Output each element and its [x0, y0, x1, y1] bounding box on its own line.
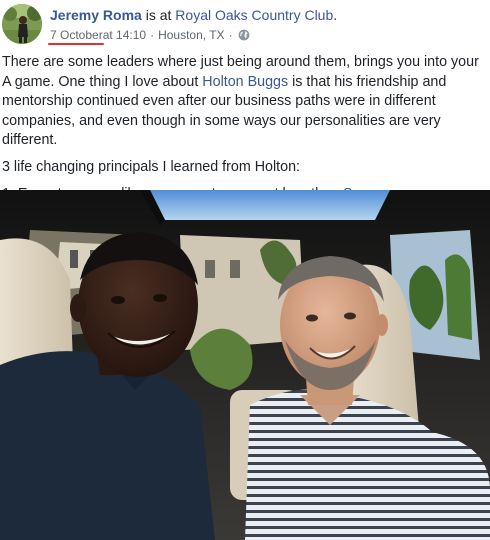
post-header: Jeremy Roma is at Royal Oaks Country Clu…: [0, 0, 490, 50]
timestamp-link[interactable]: 7 October: [48, 28, 104, 45]
separator-dot: ·: [150, 28, 155, 42]
avatar-image: [2, 4, 42, 44]
author-line: Jeremy Roma is at Royal Oaks Country Clu…: [50, 7, 337, 23]
post-photo[interactable]: [0, 190, 490, 540]
mention-link-holton-buggs[interactable]: Holton Buggs: [202, 74, 288, 90]
date-text: 7 October: [50, 28, 103, 42]
globe-icon[interactable]: [238, 29, 250, 41]
post-paragraph-2: 3 life changing principals I learned fro…: [2, 158, 301, 175]
place-link[interactable]: Royal Oaks Country Club: [175, 7, 333, 23]
post-text: There are some leaders where just being …: [2, 53, 488, 211]
author-avatar[interactable]: [2, 4, 42, 44]
selfie-photo-image: [0, 190, 490, 540]
author-name-link[interactable]: Jeremy Roma: [50, 7, 142, 23]
post-meta: 7 October at 14:10 · Houston, TX ·: [48, 28, 250, 45]
location-link[interactable]: Houston, TX: [158, 28, 224, 42]
place-end-text: .: [333, 7, 338, 23]
date-underline-mark: [48, 43, 104, 45]
separator-dot-2: ·: [228, 28, 233, 42]
author-connector-text: is at: [141, 7, 176, 23]
time-text[interactable]: at 14:10: [103, 28, 146, 42]
post-paragraph-1: There are some leaders where just being …: [2, 53, 488, 151]
